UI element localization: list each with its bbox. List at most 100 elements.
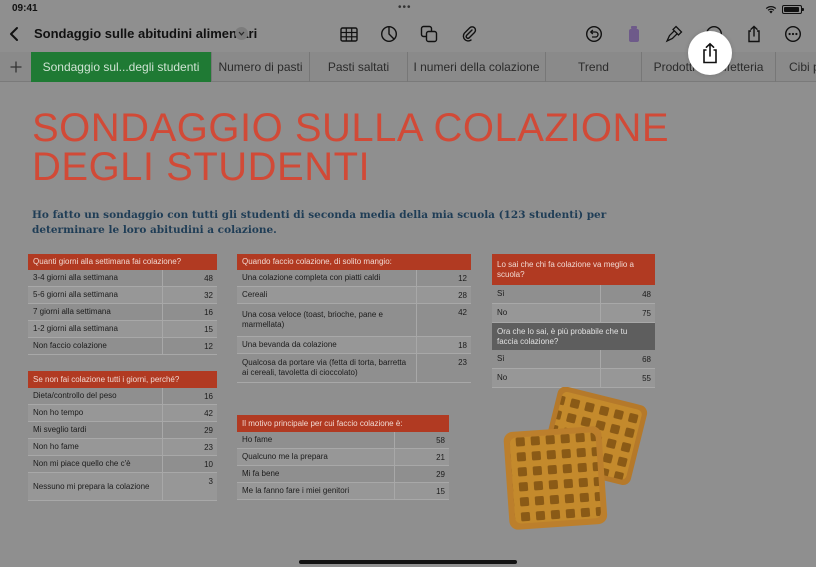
table-row[interactable]: Dieta/controllo del peso 16 — [28, 388, 217, 405]
table-row[interactable]: 1-2 giorni alla settimana 15 — [28, 321, 217, 338]
multitasking-dots[interactable]: ••• — [398, 2, 412, 13]
table-row[interactable]: 3-4 giorni alla settimana 48 — [28, 270, 217, 287]
table-row[interactable]: Ho fame 58 — [237, 432, 449, 449]
status-icons — [765, 3, 804, 15]
table-motivo[interactable]: Il motivo principale per cui faccio cola… — [237, 415, 449, 500]
row-label: Me la fanno fare i miei genitori — [237, 483, 395, 499]
row-label: Sì — [492, 285, 601, 303]
table-row[interactable]: Una colazione completa con piatti caldi 1… — [237, 270, 471, 287]
table-header: Ora che lo sai, è più probabile che tu f… — [492, 323, 655, 350]
shapes-icon[interactable] — [418, 23, 440, 45]
row-label: Nessuno mi prepara la colazione — [28, 473, 163, 500]
table-header: Il motivo principale per cui faccio cola… — [237, 415, 449, 432]
row-label: Dieta/controllo del peso — [28, 388, 163, 404]
tab-numero-pasti[interactable]: Numero di pasti — [211, 52, 309, 82]
row-label: 3-4 giorni alla settimana — [28, 270, 163, 286]
paperclip-icon[interactable] — [458, 23, 480, 45]
table-row[interactable]: Non ho fame 23 — [28, 439, 217, 456]
chart-icon[interactable] — [378, 23, 400, 45]
tab-trend[interactable]: Trend — [545, 52, 641, 82]
sheet-title[interactable]: SONDAGGIO SULLA COLAZIONE DEGLI STUDENTI — [32, 108, 732, 187]
row-value: 29 — [204, 425, 213, 435]
row-value: 10 — [204, 459, 213, 469]
table-row[interactable]: 5-6 giorni alla settimana 32 — [28, 287, 217, 304]
row-value: 28 — [458, 290, 467, 300]
row-value: 15 — [436, 486, 445, 496]
table-row[interactable]: No 55 — [492, 369, 655, 388]
table-mangio[interactable]: Quando faccio colazione, di solito mangi… — [237, 254, 471, 383]
row-value: 55 — [642, 373, 651, 383]
table-meglio[interactable]: Lo sai che chi fa colazione va meglio a … — [492, 254, 655, 323]
row-value: 75 — [642, 308, 651, 318]
table-perche[interactable]: Se non fai colazione tutti i giorni, per… — [28, 371, 217, 501]
row-value: 29 — [436, 469, 445, 479]
sheet-subtitle[interactable]: Ho fatto un sondaggio con tutti gli stud… — [32, 208, 652, 238]
table-row[interactable]: Non ho tempo 42 — [28, 405, 217, 422]
home-indicator[interactable] — [299, 560, 517, 564]
row-value: 18 — [458, 340, 467, 350]
table-row[interactable]: Mi fa bene 29 — [237, 466, 449, 483]
row-value: 68 — [642, 354, 651, 364]
row-value: 32 — [204, 290, 213, 300]
sheet-canvas[interactable]: SONDAGGIO SULLA COLAZIONE DEGLI STUDENTI… — [0, 82, 816, 567]
battery-icon — [782, 4, 804, 14]
table-row[interactable]: Sì 48 — [492, 285, 655, 304]
row-value: 12 — [458, 273, 467, 283]
wifi-icon — [765, 5, 777, 13]
add-sheet-button[interactable] — [0, 52, 31, 82]
table-row[interactable]: Non faccio colazione 12 — [28, 338, 217, 355]
table-row[interactable]: No 75 — [492, 304, 655, 323]
table-row[interactable]: Una cosa veloce (toast, brioche, pane e … — [237, 304, 471, 337]
tab-cibi[interactable]: Cibi p — [775, 52, 816, 82]
back-chevron-icon[interactable] — [6, 24, 22, 44]
tab-pasti-saltati[interactable]: Pasti saltati — [309, 52, 407, 82]
table-row[interactable]: Una bevanda da colazione 18 — [237, 337, 471, 354]
plus-icon — [10, 61, 21, 73]
row-value: 23 — [458, 358, 467, 367]
format-brush-icon[interactable] — [663, 23, 685, 45]
table-row[interactable]: Qualcosa da portare via (fetta di torta,… — [237, 354, 471, 383]
row-label: Ho fame — [237, 432, 395, 448]
row-label: 1-2 giorni alla settimana — [28, 321, 163, 337]
row-value: 42 — [204, 408, 213, 418]
table-row[interactable]: Nessuno mi prepara la colazione 3 — [28, 473, 217, 501]
row-value: 42 — [458, 308, 467, 317]
row-label: Una bevanda da colazione — [237, 337, 417, 353]
row-label: Mi fa bene — [237, 466, 395, 482]
tab-sondaggio[interactable]: Sondaggio sul...degli studenti — [31, 52, 211, 82]
table-row[interactable]: Sì 68 — [492, 350, 655, 369]
status-time: 09:41 — [12, 3, 38, 14]
row-value: 12 — [204, 341, 213, 351]
row-label: Qualcosa da portare via (fetta di torta,… — [237, 354, 417, 382]
table-giorni[interactable]: Quanti giorni alla settimana fai colazio… — [28, 254, 217, 355]
row-label: No — [492, 304, 601, 322]
document-title[interactable]: Sondaggio sulle abitudini alimentari — [34, 26, 257, 41]
tab-numeri-colazione[interactable]: I numeri della colazione — [407, 52, 545, 82]
row-label: Una colazione completa con piatti caldi — [237, 270, 417, 286]
row-value: 3 — [208, 477, 213, 486]
row-label: Qualcuno me la prepara — [237, 449, 395, 465]
table-row[interactable]: Me la fanno fare i miei genitori 15 — [237, 483, 449, 500]
table-row[interactable]: 7 giorni alla settimana 16 — [28, 304, 217, 321]
undo-icon[interactable] — [583, 23, 605, 45]
status-bar: 09:41 ••• — [0, 0, 816, 18]
table-row[interactable]: Qualcuno me la prepara 21 — [237, 449, 449, 466]
table-probabile[interactable]: Ora che lo sai, è più probabile che tu f… — [492, 323, 655, 388]
pencil-cup-icon[interactable] — [623, 23, 645, 45]
waffles-image[interactable] — [500, 387, 650, 537]
row-label: Non ho tempo — [28, 405, 163, 421]
title-chevron-down-icon[interactable] — [235, 27, 248, 40]
table-icon[interactable] — [338, 23, 360, 45]
more-options-icon[interactable] — [782, 23, 804, 45]
row-label: Non faccio colazione — [28, 338, 163, 354]
share-icon[interactable] — [743, 23, 765, 45]
table-row[interactable]: Cereali 28 — [237, 287, 471, 304]
table-header: Quando faccio colazione, di solito mangi… — [237, 254, 471, 270]
table-row[interactable]: Mi sveglio tardi 29 — [28, 422, 217, 439]
share-button-highlighted[interactable] — [688, 31, 732, 75]
table-header: Lo sai che chi fa colazione va meglio a … — [492, 254, 655, 285]
row-label: Sì — [492, 350, 601, 368]
row-label: Mi sveglio tardi — [28, 422, 163, 438]
table-row[interactable]: Non mi piace quello che c'è 10 — [28, 456, 217, 473]
row-value: 21 — [436, 452, 445, 462]
